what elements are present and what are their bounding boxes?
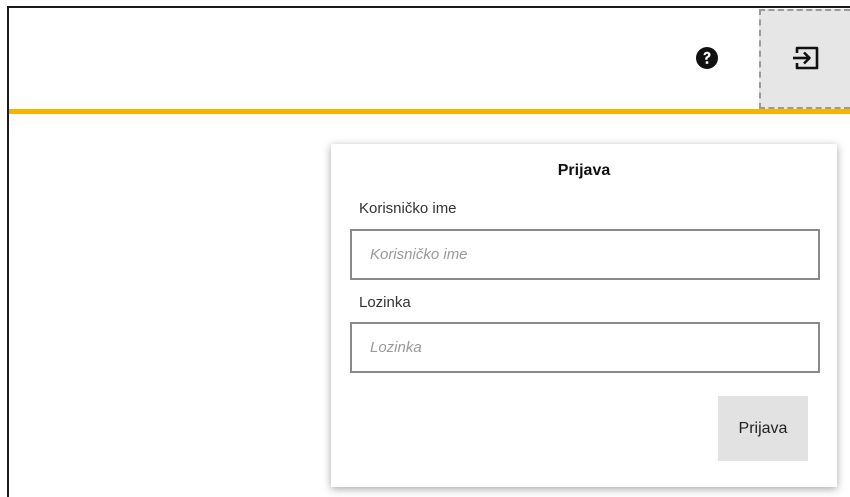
login-toggle-button[interactable] xyxy=(759,9,850,109)
help-icon[interactable] xyxy=(695,46,719,70)
password-label: Lozinka xyxy=(359,294,411,311)
password-input[interactable] xyxy=(350,322,820,373)
username-input[interactable] xyxy=(350,229,820,280)
top-navbar xyxy=(9,8,850,109)
header-accent-line xyxy=(9,109,850,114)
sign-in-icon xyxy=(793,46,819,70)
app-frame: Prijava Korisničko ime Lozinka Prijava xyxy=(7,6,850,497)
login-title: Prijava xyxy=(557,162,611,179)
username-label: Korisničko ime xyxy=(359,200,457,217)
login-card: Prijava Korisničko ime Lozinka Prijava xyxy=(331,144,837,487)
login-submit-button[interactable]: Prijava xyxy=(718,396,808,461)
